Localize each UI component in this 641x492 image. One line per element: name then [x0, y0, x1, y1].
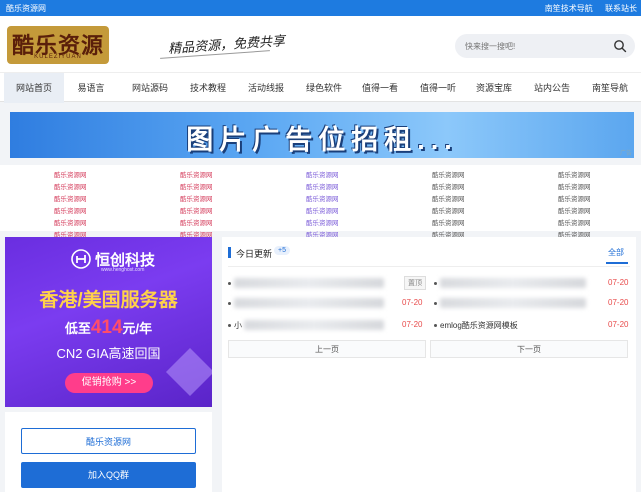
nav-item-home[interactable]: 网站首页: [4, 73, 64, 103]
ad-title: 香港/美国服务器: [39, 290, 178, 311]
main-nav: 网站首页 易语言 网站源码 技术教程 活动线报 绿色软件 值得一看 值得一听 资…: [0, 72, 641, 103]
blurred-title: [234, 278, 384, 288]
search-box: [455, 34, 635, 58]
friend-link[interactable]: 酷乐资源网: [432, 205, 465, 215]
ad-promo-button[interactable]: 促销抢购 >>: [65, 373, 153, 393]
ad-price: 低至414元/年: [5, 317, 212, 339]
friend-link[interactable]: 酷乐资源网: [432, 169, 465, 179]
friend-link[interactable]: 酷乐资源网: [180, 217, 213, 227]
sidebar-buttons: 酷乐资源网 加入QQ群: [5, 412, 212, 492]
banner-ad-tag: 广告: [619, 151, 632, 157]
friend-link[interactable]: 酷乐资源网: [558, 169, 591, 179]
blurred-title: [440, 278, 586, 288]
friend-link[interactable]: 酷乐资源网: [54, 169, 87, 179]
friend-link-grid: 酷乐资源网 酷乐资源网 酷乐资源网 酷乐资源网 酷乐资源网 酷乐资源网 酷乐资源网 酷乐资源网…: [0, 165, 641, 239]
friend-link[interactable]: 酷乐资源网: [558, 193, 591, 203]
friend-link[interactable]: 酷乐资源网: [54, 217, 87, 227]
top-site-name[interactable]: 酷乐资源网: [6, 3, 46, 14]
blurred-title: [244, 320, 384, 330]
today-count-badge: +5: [274, 246, 290, 255]
friend-link[interactable]: 酷乐资源网: [180, 205, 213, 215]
today-updates-panel: 今日更新 +5 全部 置顶 07-20 07-20 07-20 小 07-20 …: [222, 237, 636, 492]
ad-price-value: 414: [90, 317, 123, 338]
friend-link[interactable]: 酷乐资源网: [432, 181, 465, 191]
prev-page-button[interactable]: 上一页: [228, 340, 426, 358]
blurred-title: [234, 298, 384, 308]
blurred-title: [440, 298, 586, 308]
item-date: 07-20: [608, 278, 629, 287]
divider: [228, 266, 630, 267]
top-links: 南笙技术导航 联系站长: [535, 3, 637, 14]
nav-item-watch[interactable]: 值得一看: [352, 73, 408, 103]
bullet: [228, 302, 231, 305]
friend-link[interactable]: 酷乐资源网: [558, 205, 591, 215]
ad-price-suffix: 元/年: [122, 321, 153, 336]
friend-link[interactable]: 酷乐资源网: [54, 181, 87, 191]
today-title: 今日更新: [236, 249, 273, 259]
bullet: [228, 282, 231, 285]
item-title: emlog酷乐资源网模板: [440, 321, 518, 330]
item-title: 小: [234, 321, 242, 330]
friend-link[interactable]: 酷乐资源网: [54, 205, 87, 215]
view-all-underline: [606, 262, 628, 264]
list-item[interactable]: 07-20: [434, 275, 630, 291]
friend-link[interactable]: 酷乐资源网: [180, 181, 213, 191]
list-item[interactable]: 07-20: [228, 295, 428, 311]
search-icon[interactable]: [613, 39, 627, 53]
item-date: 07-20: [608, 298, 629, 307]
view-all-link[interactable]: 全部: [608, 247, 624, 258]
bullet: [228, 324, 231, 327]
friend-link[interactable]: 酷乐资源网: [306, 205, 339, 215]
friend-link[interactable]: 酷乐资源网: [306, 217, 339, 227]
top-link-contact[interactable]: 联系站长: [605, 4, 637, 13]
item-date: 07-20: [608, 320, 629, 329]
nav-item-yiyuyan[interactable]: 易语言: [66, 73, 116, 103]
bullet: [434, 282, 437, 285]
friend-link[interactable]: 酷乐资源网: [432, 193, 465, 203]
ad-brand-url: www.henghost.com: [101, 267, 145, 273]
list-item[interactable]: 07-20: [434, 295, 630, 311]
friend-link[interactable]: 酷乐资源网: [432, 217, 465, 227]
site-header: 酷乐资源 KULEZIYUAN 精品资源，免费共享: [0, 16, 641, 72]
section-marker: [228, 247, 231, 258]
nav-item-software[interactable]: 绿色软件: [296, 73, 352, 103]
nav-item-notice[interactable]: 站内公告: [524, 73, 580, 103]
next-page-button[interactable]: 下一页: [430, 340, 628, 358]
logo-subtext: KULEZIYUAN: [34, 54, 82, 60]
pinned-tag: 置顶: [404, 276, 426, 290]
nav-item-nannav[interactable]: 南笙导航: [582, 73, 638, 103]
item-date: 07-20: [402, 298, 423, 307]
friend-link[interactable]: 酷乐资源网: [306, 169, 339, 179]
site-button[interactable]: 酷乐资源网: [21, 428, 196, 454]
nav-item-source[interactable]: 网站源码: [122, 73, 178, 103]
friend-link[interactable]: 酷乐资源网: [558, 181, 591, 191]
friend-link[interactable]: 酷乐资源网: [306, 181, 339, 191]
banner-ad[interactable]: 图片广告位招租... 广告: [10, 112, 634, 158]
friend-link[interactable]: 酷乐资源网: [180, 193, 213, 203]
top-link-nav[interactable]: 南笙技术导航: [545, 4, 593, 13]
site-logo[interactable]: 酷乐资源 KULEZIYUAN: [7, 26, 109, 64]
search-input[interactable]: [465, 38, 605, 54]
nav-item-treasure[interactable]: 资源宝库: [466, 73, 522, 103]
bullet: [434, 302, 437, 305]
banner-text: 图片广告位招租...: [186, 125, 458, 155]
item-date: 07-20: [402, 320, 423, 329]
list-item[interactable]: 置顶: [228, 275, 428, 291]
friend-link[interactable]: 酷乐资源网: [558, 217, 591, 227]
nav-item-listen[interactable]: 值得一听: [410, 73, 466, 103]
join-qq-button[interactable]: 加入QQ群: [21, 462, 196, 488]
top-bar: 酷乐资源网 南笙技术导航 联系站长: [0, 0, 641, 16]
nav-item-tutorial[interactable]: 技术教程: [180, 73, 236, 103]
list-item[interactable]: emlog酷乐资源网模板 07-20: [434, 317, 630, 333]
list-item[interactable]: 小 07-20: [228, 317, 428, 333]
hengchuang-logo-icon: [71, 249, 91, 269]
friend-link[interactable]: 酷乐资源网: [54, 193, 87, 203]
friend-link[interactable]: 酷乐资源网: [306, 193, 339, 203]
friend-link[interactable]: 酷乐资源网: [180, 169, 213, 179]
bullet: [434, 324, 437, 327]
ad-price-prefix: 低至: [64, 321, 91, 336]
sidebar-ad[interactable]: 恒创科技 www.henghost.com 香港/美国服务器 低至414元/年 …: [5, 237, 212, 407]
nav-item-events[interactable]: 活动线报: [238, 73, 294, 103]
